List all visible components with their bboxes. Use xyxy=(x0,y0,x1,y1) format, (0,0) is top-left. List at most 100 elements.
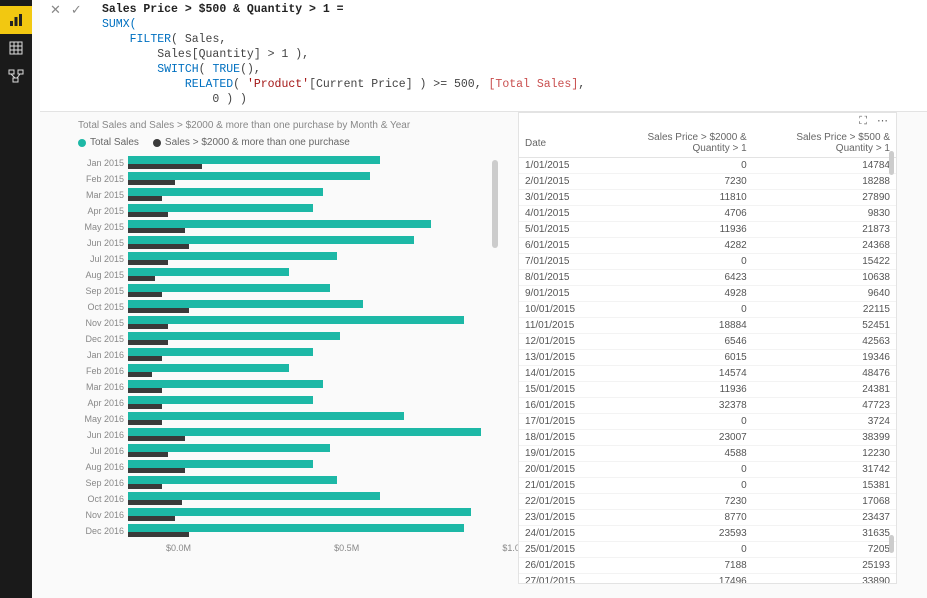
table-cell: 7/01/2015 xyxy=(519,254,609,270)
table-row[interactable]: 9/01/201549289640 xyxy=(519,286,896,302)
table-cell: 31635 xyxy=(753,526,896,542)
x-axis-tick: $0.0M xyxy=(166,543,191,553)
x-axis-tick: $0.5M xyxy=(334,543,359,553)
table-row[interactable]: 18/01/20152300738399 xyxy=(519,430,896,446)
bar-row: Apr 2015 xyxy=(78,204,498,217)
bar-category-label: Mar 2016 xyxy=(78,382,128,392)
table-row[interactable]: 15/01/20151193624381 xyxy=(519,382,896,398)
table-row[interactable]: 14/01/20151457448476 xyxy=(519,366,896,382)
table-scrollbar-thumb[interactable] xyxy=(889,151,894,175)
table-row[interactable]: 13/01/2015601519346 xyxy=(519,350,896,366)
table-column-header[interactable]: Sales Price > $2000 & Quantity > 1 xyxy=(609,129,752,158)
bar-category-label: Jul 2015 xyxy=(78,254,128,264)
table-cell: 18/01/2015 xyxy=(519,430,609,446)
table-cell: 5/01/2015 xyxy=(519,222,609,238)
formula-editor[interactable]: Sales Price > $500 & Quantity > 1 = SUMX… xyxy=(96,0,927,111)
table-visual[interactable]: ⛶ ⋯ DateSales Price > $2000 & Quantity >… xyxy=(518,112,897,584)
commit-formula-icon[interactable]: ✓ xyxy=(71,3,82,17)
bar-track xyxy=(128,172,498,185)
bar-row: Feb 2015 xyxy=(78,172,498,185)
bar-row: Nov 2016 xyxy=(78,508,498,521)
bar-track xyxy=(128,300,498,313)
table-row[interactable]: 12/01/2015654642563 xyxy=(519,334,896,350)
table-cell: 17/01/2015 xyxy=(519,414,609,430)
bar-primary xyxy=(128,284,330,292)
table-row[interactable]: 23/01/2015877023437 xyxy=(519,510,896,526)
bar-primary xyxy=(128,364,289,372)
bar-secondary xyxy=(128,468,185,473)
table-row[interactable]: 1/01/2015014784 xyxy=(519,158,896,174)
table-cell: 1/01/2015 xyxy=(519,158,609,174)
table-row[interactable]: 4/01/201547069830 xyxy=(519,206,896,222)
bar-row: May 2016 xyxy=(78,412,498,425)
table-row[interactable]: 19/01/2015458812230 xyxy=(519,446,896,462)
nav-model-icon[interactable] xyxy=(0,62,32,90)
bar-primary xyxy=(128,476,337,484)
bar-secondary xyxy=(128,276,155,281)
chart-legend: Total SalesSales > $2000 & more than one… xyxy=(78,137,498,148)
table-cell: 4282 xyxy=(609,238,752,254)
bar-category-label: Jun 2016 xyxy=(78,430,128,440)
table-row[interactable]: 5/01/20151193621873 xyxy=(519,222,896,238)
nav-data-icon[interactable] xyxy=(0,34,32,62)
bar-primary xyxy=(128,492,380,500)
table-row[interactable]: 26/01/2015718825193 xyxy=(519,558,896,574)
table-cell: 14/01/2015 xyxy=(519,366,609,382)
table-column-header[interactable]: Date xyxy=(519,129,609,158)
table-scrollbar-thumb-bottom[interactable] xyxy=(889,535,894,553)
legend-item: Sales > $2000 & more than one purchase xyxy=(153,137,350,148)
focus-mode-icon[interactable]: ⛶ xyxy=(859,116,867,127)
table-row[interactable]: 16/01/20153237847723 xyxy=(519,398,896,414)
table-cell: 24368 xyxy=(753,238,896,254)
visual-header-toolbar: ⛶ ⋯ xyxy=(519,113,896,129)
bar-track xyxy=(128,156,498,169)
bar-track xyxy=(128,380,498,393)
bar-chart-visual[interactable]: Total Sales and Sales > $2000 & more tha… xyxy=(78,120,498,584)
table-cell: 11/01/2015 xyxy=(519,318,609,334)
bar-row: Apr 2016 xyxy=(78,396,498,409)
table-cell: 2/01/2015 xyxy=(519,174,609,190)
bar-row: May 2015 xyxy=(78,220,498,233)
table-row[interactable]: 2/01/2015723018288 xyxy=(519,174,896,190)
table-row[interactable]: 22/01/2015723017068 xyxy=(519,494,896,510)
bar-category-label: Nov 2015 xyxy=(78,318,128,328)
table-row[interactable]: 20/01/2015031742 xyxy=(519,462,896,478)
table-cell: 4588 xyxy=(609,446,752,462)
table-row[interactable]: 10/01/2015022115 xyxy=(519,302,896,318)
bar-primary xyxy=(128,428,481,436)
table-row[interactable]: 6/01/2015428224368 xyxy=(519,238,896,254)
table-row[interactable]: 24/01/20152359331635 xyxy=(519,526,896,542)
table-cell: 0 xyxy=(609,414,752,430)
table-cell: 15381 xyxy=(753,478,896,494)
table-cell: 47723 xyxy=(753,398,896,414)
table-row[interactable]: 17/01/201503724 xyxy=(519,414,896,430)
bar-category-label: Sep 2016 xyxy=(78,478,128,488)
table-row[interactable]: 25/01/201507205 xyxy=(519,542,896,558)
bar-track xyxy=(128,236,498,249)
chart-x-axis: $0.0M$0.5M$1.0M xyxy=(128,543,498,555)
nav-report-icon[interactable] xyxy=(0,6,32,34)
bar-primary xyxy=(128,188,323,196)
table-column-header[interactable]: Sales Price > $500 & Quantity > 1 xyxy=(753,129,896,158)
table-row[interactable]: 3/01/20151181027890 xyxy=(519,190,896,206)
table-row[interactable]: 11/01/20151888452451 xyxy=(519,318,896,334)
bar-secondary xyxy=(128,516,175,521)
table-cell: 3/01/2015 xyxy=(519,190,609,206)
table-row[interactable]: 21/01/2015015381 xyxy=(519,478,896,494)
table-row[interactable]: 7/01/2015015422 xyxy=(519,254,896,270)
chart-title: Total Sales and Sales > $2000 & more tha… xyxy=(78,120,498,131)
table-cell: 23007 xyxy=(609,430,752,446)
bar-row: Feb 2016 xyxy=(78,364,498,377)
bar-category-label: Aug 2015 xyxy=(78,270,128,280)
bar-primary xyxy=(128,348,313,356)
cancel-formula-icon[interactable]: ✕ xyxy=(50,3,61,17)
bar-track xyxy=(128,508,498,521)
bar-row: Mar 2015 xyxy=(78,188,498,201)
more-options-icon[interactable]: ⋯ xyxy=(877,116,888,127)
table-row[interactable]: 27/01/20151749633890 xyxy=(519,574,896,584)
bar-primary xyxy=(128,460,313,468)
table-row[interactable]: 8/01/2015642310638 xyxy=(519,270,896,286)
bar-row: Jan 2016 xyxy=(78,348,498,361)
chart-scrollbar-thumb[interactable] xyxy=(492,160,498,248)
bar-category-label: Sep 2015 xyxy=(78,286,128,296)
